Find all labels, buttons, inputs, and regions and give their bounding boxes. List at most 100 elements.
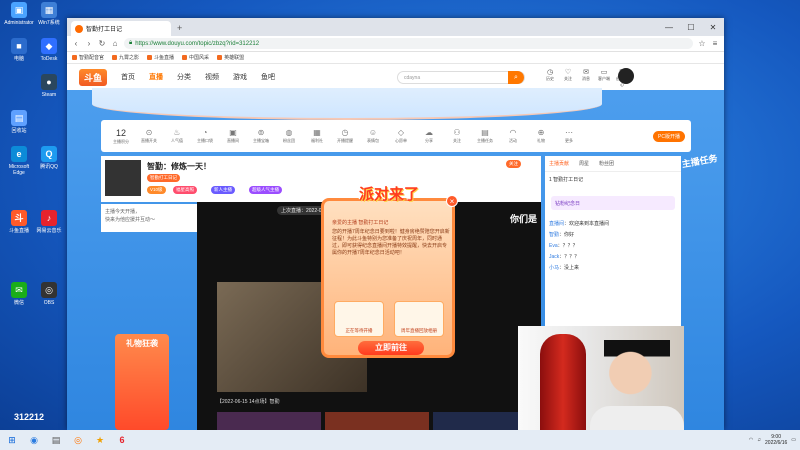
url-field[interactable]: 🔒︎ https://www.douyu.com/topic/zbzq?rid=…: [124, 38, 693, 49]
tool-activity[interactable]: ◠ 活动: [499, 128, 527, 144]
popup-close-icon[interactable]: ×: [446, 195, 458, 207]
desktop-icon-administrator[interactable]: ▣ Administrator: [4, 2, 34, 26]
bookmark-item[interactable]: 智勤配音官: [72, 54, 104, 61]
follow-button[interactable]: 关注: [506, 160, 521, 168]
back-icon[interactable]: ‹: [72, 39, 80, 48]
desktop-icon-qq[interactable]: Q 腾讯QQ: [34, 146, 64, 170]
popup-body: 您的开播7周年纪念日要到啦！健身房绝赞陪您开启新征程！为此斗鱼特别为您准备了庆祝…: [332, 229, 450, 256]
tool-follow[interactable]: ⚇ 关注: [443, 128, 471, 144]
room-icon: ▣: [229, 128, 237, 137]
search-icon[interactable]: ⌕: [508, 71, 524, 84]
desktop-icon-wechat[interactable]: ✉ 微信: [4, 282, 34, 306]
desktop-icon-todesk[interactable]: ◆ ToDesk: [34, 38, 64, 62]
bookmarks-bar: 智勤配音官 九霄之影 斗鱼直播 中国风采 英雄联盟: [67, 52, 724, 64]
tab-weekly[interactable]: 周星: [579, 160, 589, 167]
popup-card-album[interactable]: 周年直播回放相册: [394, 301, 444, 337]
tool-share[interactable]: ☁ 分享: [415, 128, 443, 144]
popup-card-waiting[interactable]: 正在等待开播: [334, 301, 384, 337]
more-icon: ⋯: [565, 128, 573, 137]
tool-popularity[interactable]: ♨ 人气值: [163, 128, 191, 144]
fire-icon: ♨: [173, 128, 181, 137]
follow-icon[interactable]: ♡ 关注: [561, 68, 575, 82]
desktop-icon-obs[interactable]: ◎ OBS: [34, 282, 64, 306]
start-icon[interactable]: ⊞: [4, 432, 20, 448]
gift-promo-banner[interactable]: 礼物狂袭: [115, 334, 169, 430]
close-button[interactable]: ✕: [702, 18, 724, 36]
minimize-button[interactable]: —: [658, 18, 680, 36]
reload-icon[interactable]: ↻: [98, 39, 106, 48]
nav-game[interactable]: 游戏: [233, 72, 247, 82]
go-now-button[interactable]: 立即前往: [358, 341, 424, 355]
tool-remind[interactable]: ◷ 开播提醒: [331, 128, 359, 144]
toggle-icon: ⊙: [145, 128, 153, 137]
bookmark-item[interactable]: 斗鱼直播: [147, 54, 174, 61]
desktop-icon-steam[interactable]: ● Steam: [34, 74, 64, 98]
wechat-icon: ✉: [11, 282, 27, 298]
tool-task[interactable]: ▤ 主播任务: [471, 128, 499, 144]
forward-icon[interactable]: ›: [85, 39, 93, 48]
tool-box[interactable]: ⊚ 主播宝箱: [247, 128, 275, 144]
people-icon: ⚇: [453, 128, 461, 137]
browser-tab[interactable]: 智勤打工日记: [71, 21, 171, 36]
tool-wish[interactable]: ◇ 心愿单: [387, 128, 415, 144]
nav-category[interactable]: 分类: [177, 72, 191, 82]
taskbar-app6-icon[interactable]: 6: [114, 432, 130, 448]
client-icon[interactable]: ▭ 客户端: [597, 68, 611, 82]
nav-live[interactable]: 直播: [149, 72, 163, 82]
tool-fans[interactable]: ◍ 粉丝团: [275, 128, 303, 144]
taskbar-douyu-icon[interactable]: ◎: [70, 432, 86, 448]
bookmark-item[interactable]: 中国风采: [182, 54, 209, 61]
wifi-icon[interactable]: ◠: [749, 437, 753, 443]
anchor-name-tag[interactable]: 智勤打工日记: [147, 174, 180, 182]
desktop-icon-computer[interactable]: ■ 电脑: [4, 38, 34, 62]
douyu-logo[interactable]: 斗鱼: [79, 68, 108, 86]
tool-switch[interactable]: ⊙ 直播开关: [135, 128, 163, 144]
tool-room[interactable]: ▣ 直播间: [219, 128, 247, 144]
anchor-avatar[interactable]: [105, 160, 141, 196]
volume-icon[interactable]: ♫: [757, 437, 761, 443]
bookmark-item[interactable]: 九霄之影: [112, 54, 139, 61]
desktop-icon-win7[interactable]: ▦ Win7系统: [34, 2, 64, 26]
notification-icon[interactable]: ▭: [791, 437, 796, 443]
tool-pocket[interactable]: ◔ 主播口袋: [191, 128, 219, 144]
desktop-icon-music[interactable]: ♪ 网易云音乐: [34, 210, 64, 234]
taskbar-explorer-icon[interactable]: ▤: [48, 432, 64, 448]
pocket-icon: ◔: [202, 128, 208, 137]
search-input[interactable]: cdayna ⌕: [397, 71, 525, 84]
star-icon[interactable]: ☆: [698, 39, 706, 48]
fan-anniversary-badge[interactable]: 钻粉纪念日: [551, 196, 675, 210]
maximize-button[interactable]: ☐: [680, 18, 702, 36]
desktop-icon-edge[interactable]: e Microsoft Edge: [4, 146, 34, 176]
menu-icon[interactable]: ≡: [711, 39, 719, 48]
anchor-mission-badge[interactable]: 主播任务: [681, 151, 724, 187]
message-icon[interactable]: ✉ 消息: [579, 68, 593, 82]
music-icon: ♪: [41, 210, 57, 226]
site-header: 斗鱼 首页 直播 分类 视频 游戏 鱼吧 cdayna ⌕ ◷ 历史 ♡ 关注 ✉ 消…: [67, 64, 724, 90]
address-bar: ‹ › ↻ ⌂ 🔒︎ https://www.douyu.com/topic/z…: [67, 36, 724, 52]
recommend-thumb[interactable]: [217, 412, 321, 430]
tab-fans[interactable]: 粉丝团: [599, 160, 614, 167]
home-icon[interactable]: ⌂: [111, 39, 119, 48]
welfare-icon: ▦: [313, 128, 321, 137]
pc-live-button[interactable]: PC版开播: [653, 130, 685, 142]
nav-video[interactable]: 视频: [205, 72, 219, 82]
desktop-icon-douyu[interactable]: 斗 斗鱼直播: [4, 210, 34, 234]
taskbar-app-icon[interactable]: ★: [92, 432, 108, 448]
tool-more[interactable]: ⋯ 更多: [555, 128, 583, 144]
bookmark-item[interactable]: 英雄联盟: [217, 54, 244, 61]
taskbar-browser-icon[interactable]: ◉: [26, 432, 42, 448]
nav-home[interactable]: 首页: [121, 72, 135, 82]
clock[interactable]: 9:00 2022/6/16: [765, 434, 787, 446]
tool-gift[interactable]: ⊕ 礼物: [527, 128, 555, 144]
tool-welfare[interactable]: ▦ 福利社: [303, 128, 331, 144]
recommend-thumb[interactable]: [325, 412, 429, 430]
tool-emoji[interactable]: ☺ 表情包: [359, 128, 387, 144]
nav-yuba[interactable]: 鱼吧: [261, 72, 275, 82]
history-icon[interactable]: ◷ 历史: [543, 68, 557, 82]
desktop-icon-recycle[interactable]: ▤ 回收站: [4, 110, 34, 134]
qq-icon: Q: [41, 146, 57, 162]
user-avatar[interactable]: [618, 68, 634, 84]
new-tab-icon[interactable]: +: [177, 23, 182, 33]
tool-score[interactable]: 12 主播积分: [107, 128, 135, 145]
tab-contribution[interactable]: 主播贡献: [549, 160, 569, 167]
